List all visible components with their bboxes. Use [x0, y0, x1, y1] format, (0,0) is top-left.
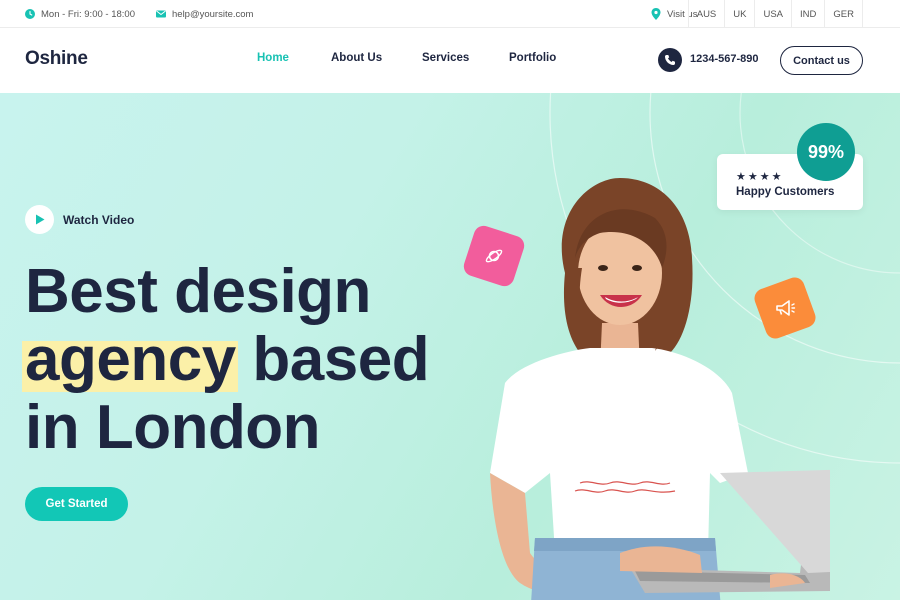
site-logo[interactable]: Oshine — [25, 48, 88, 70]
mail-icon — [156, 10, 166, 18]
headline-highlight: agency — [22, 325, 238, 394]
clock-icon — [25, 9, 35, 19]
megaphone-icon — [776, 300, 796, 316]
hours-text: Mon - Fri: 9:00 - 18:00 — [41, 8, 135, 20]
headline-line-1: Best design — [25, 257, 371, 326]
lang-uk[interactable]: UK — [724, 0, 754, 28]
language-switcher: AUS UK USA IND GER — [687, 0, 863, 28]
lang-aus[interactable]: AUS — [687, 0, 725, 28]
top-bar: Mon - Fri: 9:00 - 18:00 help@yoursite.co… — [0, 0, 900, 28]
get-started-button[interactable]: Get Started — [25, 487, 128, 521]
location-pin-icon — [651, 8, 661, 20]
hero-headline: Best design agency based in London — [22, 257, 430, 462]
play-icon — [25, 205, 54, 234]
lang-ind[interactable]: IND — [791, 0, 824, 28]
planet-icon — [485, 249, 503, 263]
satisfaction-percent-badge: 99% — [797, 123, 855, 181]
lang-usa[interactable]: USA — [754, 0, 791, 28]
lang-ger[interactable]: GER — [824, 0, 863, 28]
headline-line-2-rest: based — [235, 325, 430, 394]
headline-line-3: in London — [25, 393, 321, 462]
email-link[interactable]: help@yoursite.com — [156, 0, 253, 28]
watch-video-button[interactable]: Watch Video — [25, 205, 134, 234]
hero-section: Watch Video Best design agency based in … — [0, 93, 900, 600]
headline-highlight-text: agency — [25, 325, 236, 394]
phone-icon — [658, 48, 682, 72]
rating-stars: ★★★★ — [736, 171, 784, 183]
business-hours: Mon - Fri: 9:00 - 18:00 — [25, 0, 135, 28]
contact-us-button[interactable]: Contact us — [780, 46, 863, 75]
email-text: help@yoursite.com — [172, 8, 254, 20]
nav-home[interactable]: Home — [257, 52, 289, 64]
phone-number[interactable]: 1234-567-890 — [690, 53, 759, 65]
hero-person-image — [490, 178, 830, 600]
nav-services[interactable]: Services — [422, 52, 469, 64]
nav-about-us[interactable]: About Us — [331, 52, 382, 64]
watch-video-label: Watch Video — [63, 212, 135, 227]
headline-line-2: agency based — [22, 325, 430, 394]
nav-portfolio[interactable]: Portfolio — [509, 52, 556, 64]
happy-customers-label: Happy Customers — [736, 186, 835, 198]
main-header: Oshine Home About Us Services Portfolio … — [0, 28, 900, 93]
